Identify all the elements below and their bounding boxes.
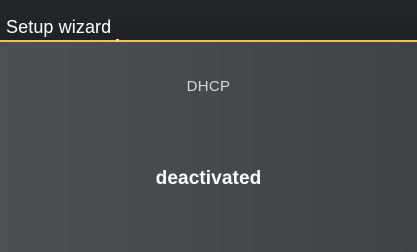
setting-label-dhcp: DHCP <box>186 78 231 95</box>
page-title: Setup wizard <box>6 17 112 37</box>
setup-wizard-screen: Setup wizard DHCP deactivated <box>0 0 417 252</box>
progress-marker <box>116 39 119 42</box>
setting-value-status[interactable]: deactivated <box>0 167 417 191</box>
accent-divider <box>0 40 417 42</box>
header-bar: Setup wizard <box>0 0 417 42</box>
